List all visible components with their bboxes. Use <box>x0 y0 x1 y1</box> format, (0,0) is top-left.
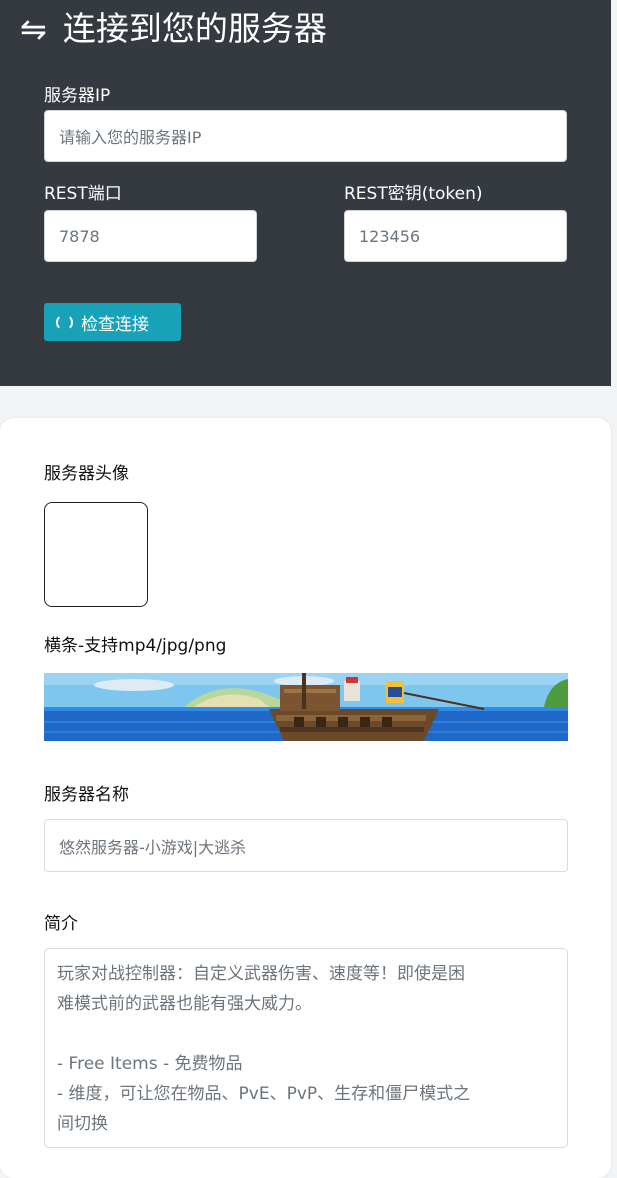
server-name-label: 服务器名称 <box>44 785 129 805</box>
description-line: - Free Items - 免费物品 <box>57 1054 243 1074</box>
refresh-circle-icon <box>56 313 73 331</box>
rest-port-input[interactable]: 7878 <box>44 210 257 262</box>
server-name-input[interactable]: 悠然服务器-小游戏|大逃杀 <box>44 819 568 872</box>
check-connection-label: 检查连接 <box>81 314 149 335</box>
panel-edge <box>611 0 617 386</box>
rest-key-value: 123456 <box>359 226 421 246</box>
server-name-placeholder: 悠然服务器-小游戏|大逃杀 <box>59 837 247 857</box>
avatar-upload[interactable] <box>44 502 148 607</box>
description-line <box>57 1019 555 1049</box>
rest-key-input[interactable]: 123456 <box>344 210 567 262</box>
page-title: ⇋ 连接到您的服务器 <box>20 4 327 54</box>
server-ip-label: 服务器IP <box>44 86 111 106</box>
rest-port-value: 7878 <box>59 226 100 246</box>
description-line: - 维度，可让您在物品、PvE、PvP、生存和僵尸模式之 <box>57 1084 471 1104</box>
swap-arrows-icon: ⇋ <box>20 10 47 48</box>
description-label: 简介 <box>44 914 78 934</box>
description-line: 间切换 <box>57 1114 108 1134</box>
banner-label: 横条-支持mp4/jpg/png <box>44 636 227 656</box>
avatar-label: 服务器头像 <box>44 464 129 484</box>
banner-picture <box>44 673 568 741</box>
description-line: 难模式前的武器也能有强大威力。 <box>57 994 312 1014</box>
server-ip-placeholder: 请输入您的服务器IP <box>59 128 202 147</box>
banner-image[interactable] <box>44 673 568 741</box>
description-textarea[interactable]: 玩家对战控制器：自定义武器伤害、速度等！即使是困 难模式前的武器也能有强大威力。… <box>44 948 568 1148</box>
rest-key-label: REST密钥(token) <box>344 184 483 204</box>
check-connection-button[interactable]: 检查连接 <box>44 303 181 341</box>
server-ip-input[interactable]: 请输入您的服务器IP <box>44 110 567 162</box>
description-line: 玩家对战控制器：自定义武器伤害、速度等！即使是困 <box>57 964 465 984</box>
rest-port-label: REST端口 <box>44 184 122 204</box>
page-title-text: 连接到您的服务器 <box>62 9 327 48</box>
